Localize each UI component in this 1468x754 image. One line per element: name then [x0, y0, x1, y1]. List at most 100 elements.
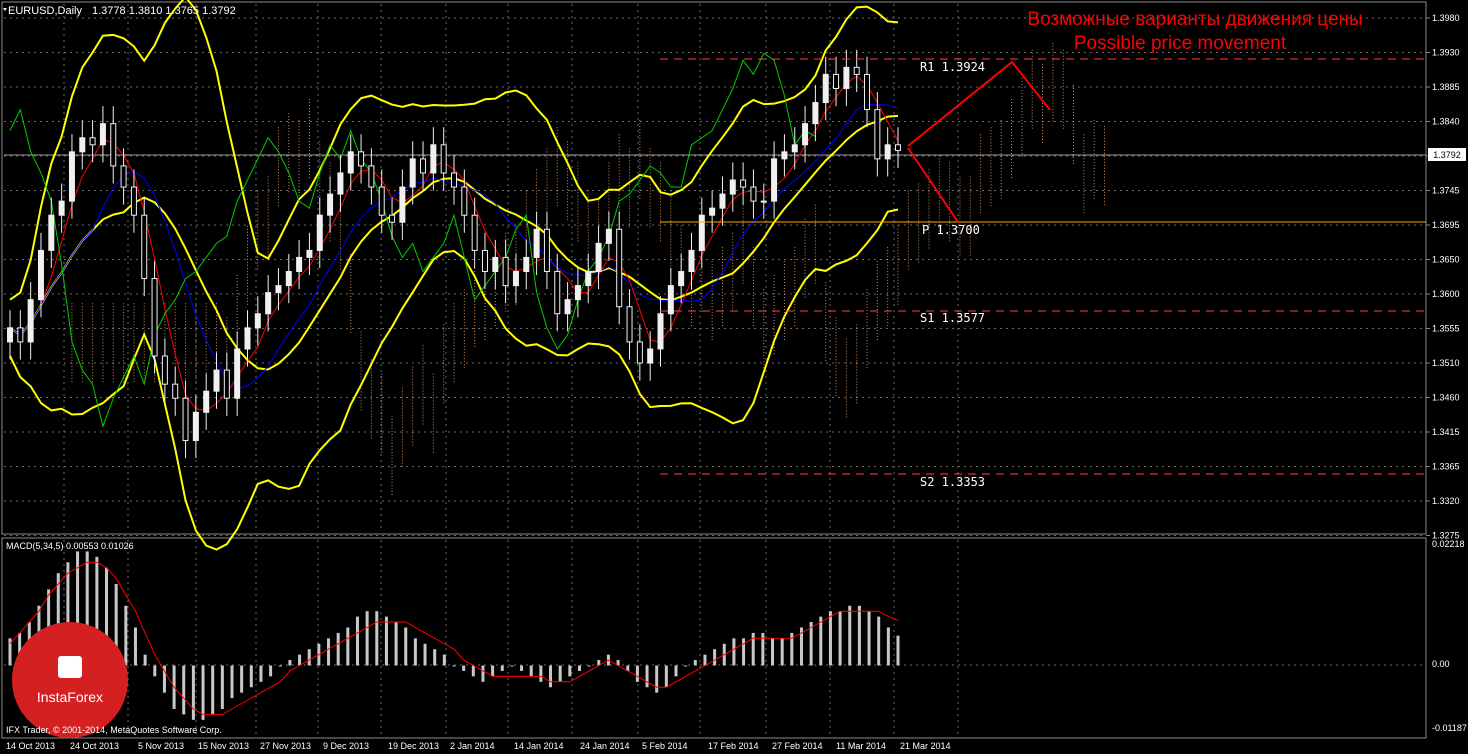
macd-tick-label: 0.00 [1432, 659, 1450, 669]
candle-body [347, 151, 354, 174]
macd-histogram-bar [819, 616, 823, 666]
candle-body [58, 200, 65, 216]
macd-histogram-bar [191, 665, 195, 720]
macd-histogram-bar [259, 665, 263, 682]
candle-body [802, 123, 809, 146]
macd-histogram-bar [355, 616, 359, 666]
macd-histogram-bar [587, 665, 591, 667]
candle-body [223, 369, 230, 399]
price-tick-label: 1.3980 [1432, 13, 1460, 23]
macd-histogram-bar [481, 665, 485, 682]
candle-body [895, 144, 901, 151]
price-tick-label: 1.3555 [1432, 324, 1460, 334]
macd-histogram-bar [761, 632, 765, 666]
macd-histogram-bar [211, 665, 215, 715]
macd-histogram-bar [298, 654, 302, 666]
price-tick-label: 1.3650 [1432, 255, 1460, 265]
macd-histogram-bar [394, 622, 398, 666]
macd-histogram-bar [307, 649, 311, 666]
candle-body [244, 327, 251, 350]
candle-body [141, 214, 148, 280]
macd-histogram-bar [269, 665, 273, 677]
date-tick-label: 14 Jan 2014 [514, 741, 564, 751]
price-tick-label: 1.3320 [1432, 496, 1460, 506]
price-tick-label: 1.3695 [1432, 220, 1460, 230]
macd-histogram-bar [780, 638, 784, 666]
candle-body [389, 214, 396, 223]
price-tick-label: 1.3415 [1432, 427, 1460, 437]
s2-label: S2 1.3353 [920, 475, 985, 489]
macd-histogram-bar [828, 611, 832, 666]
candle-body [709, 207, 716, 216]
macd-histogram-bar [133, 627, 137, 666]
candle-body [203, 390, 210, 413]
s1-label: S1 1.3577 [920, 311, 985, 325]
candle-body [574, 285, 581, 301]
candle-body [616, 228, 623, 308]
macd-histogram-bar [771, 638, 775, 666]
chart-header-symbol: EURUSD,Daily [8, 5, 82, 17]
candle-body [110, 123, 117, 167]
candle-body [595, 242, 602, 273]
candle-body [27, 299, 34, 343]
macd-histogram-bar [549, 665, 553, 688]
candle-body [884, 144, 891, 160]
candle-body [192, 411, 199, 441]
dropdown-triangle-icon[interactable] [3, 8, 7, 11]
logo-badge [12, 622, 128, 738]
macd-histogram-bar [327, 638, 331, 666]
date-tick-label: 9 Dec 2013 [323, 741, 369, 751]
macd-histogram-bar [230, 665, 234, 699]
candle-body [605, 228, 612, 244]
candle-body [729, 179, 736, 195]
date-tick-label: 27 Nov 2013 [260, 741, 311, 751]
macd-histogram-bar [452, 665, 456, 667]
chart-canvas[interactable]: 14 Oct 2013 24 Oct 2013 5 Nov 2013 15 Nov 2… [0, 0, 1468, 754]
macd-histogram-bar [520, 665, 524, 671]
candlesticks [7, 49, 901, 459]
macd-histogram-bar [703, 654, 707, 666]
candle-body [471, 214, 478, 251]
macd-histogram-bar [500, 665, 504, 671]
date-tick-label: 27 Feb 2014 [772, 741, 823, 751]
macd-histogram-bar [886, 627, 890, 666]
candle-body [874, 109, 881, 160]
candle-body [667, 285, 674, 315]
candle-body [182, 397, 189, 441]
candle-body [585, 271, 592, 287]
macd-histogram-bar [365, 611, 369, 666]
macd-histogram-bar [558, 665, 562, 682]
candle-body [636, 341, 643, 364]
macd-histogram-bar [857, 605, 861, 666]
price-tick-label: 1.3365 [1432, 462, 1460, 472]
pivot-label: P 1.3700 [922, 223, 980, 237]
price-tick-label: 1.3885 [1432, 82, 1460, 92]
macd-histogram-bar [751, 632, 755, 666]
date-tick-label: 5 Nov 2013 [138, 741, 184, 751]
candle-body [461, 186, 468, 216]
candle-body [440, 144, 447, 174]
candle-body [172, 383, 179, 399]
candle-body [161, 355, 168, 385]
candle-body [719, 193, 726, 209]
macd-histogram-bar [182, 665, 186, 715]
candle-body [306, 249, 313, 258]
macd-histogram-bar [568, 665, 572, 677]
macd-histogram-bar [462, 665, 466, 671]
macd-histogram-bar [384, 616, 388, 666]
candle-body [327, 193, 334, 216]
price-tick-label: 1.3840 [1432, 117, 1460, 127]
annotation-title-en: Possible price movement [1074, 33, 1287, 54]
candle-body [399, 186, 406, 223]
candle-body [68, 151, 75, 202]
macd-histogram-bar [153, 665, 157, 677]
candle-body [265, 292, 272, 315]
candle-body [99, 123, 106, 146]
macd-histogram-bar [201, 665, 205, 720]
date-tick-label: 21 Mar 2014 [900, 741, 951, 751]
candle-body [657, 313, 664, 350]
candle-body [864, 73, 871, 111]
candle-body [285, 271, 292, 287]
macd-histogram-bar [529, 665, 533, 677]
macd-title: MACD(5,34,5) 0.00553 0.01026 [6, 541, 134, 551]
